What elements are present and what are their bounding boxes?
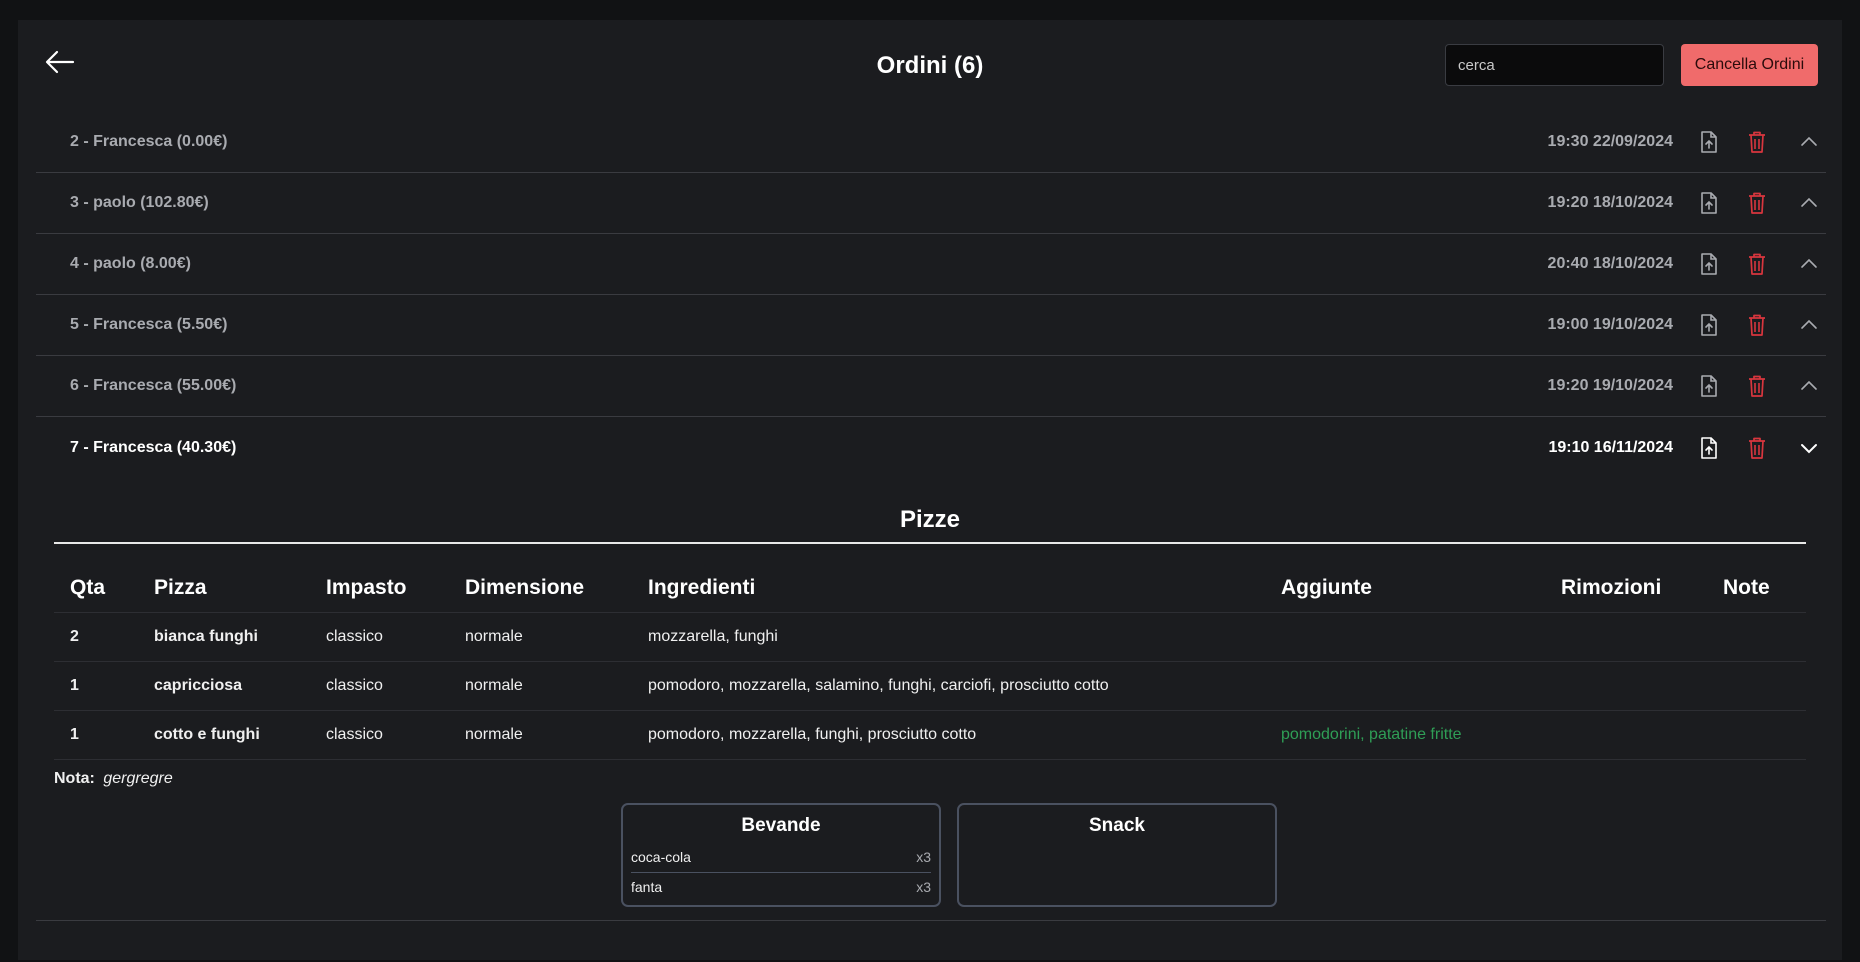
table-row: 1 cotto e funghi classico normale pomodoro, … bbox=[54, 710, 1806, 760]
order-label: 2 - Francesca (0.00€) bbox=[70, 133, 228, 150]
column-header-impasto: Impasto bbox=[310, 564, 449, 613]
cell-aggiunte bbox=[1265, 612, 1545, 662]
cell-rimozioni bbox=[1545, 710, 1707, 760]
note-label: Nota: bbox=[54, 769, 95, 787]
order-detail: Pizze Qta Pizza Impasto Dimensione Ingre… bbox=[54, 476, 1806, 913]
column-header-ingredienti: Ingredienti bbox=[632, 564, 1265, 613]
cell-dimensione: normale bbox=[449, 661, 632, 711]
cell-impasto: classico bbox=[310, 612, 449, 662]
item-name: fanta bbox=[631, 878, 663, 895]
order-datetime: 19:30 22/09/2024 bbox=[1547, 133, 1673, 150]
file-export-icon[interactable] bbox=[1697, 129, 1721, 155]
order-label: 6 - Francesca (55.00€) bbox=[70, 377, 237, 394]
chevron-up-icon[interactable] bbox=[1797, 373, 1821, 399]
order-label: 3 - paolo (102.80€) bbox=[70, 194, 209, 211]
order-datetime: 19:20 18/10/2024 bbox=[1547, 194, 1673, 211]
cell-ingredienti: pomodoro, mozzarella, funghi, prosciutto… bbox=[632, 710, 1265, 760]
chevron-up-icon[interactable] bbox=[1797, 129, 1821, 155]
snacks-card: Snack bbox=[957, 802, 1277, 907]
chevron-up-icon[interactable] bbox=[1797, 312, 1821, 338]
order-label: 7 - Francesca (40.30€) bbox=[70, 438, 237, 456]
cell-pizza: capricciosa bbox=[138, 661, 310, 711]
order-datetime: 19:00 19/10/2024 bbox=[1547, 316, 1673, 333]
file-export-icon[interactable] bbox=[1697, 435, 1721, 461]
cell-aggiunte: pomodorini, patatine fritte bbox=[1265, 710, 1545, 760]
chevron-down-icon[interactable] bbox=[1797, 435, 1821, 461]
column-header-aggiunte: Aggiunte bbox=[1265, 564, 1545, 613]
orders-page: Ordini (6) Cancella Ordini 2 - Francesca… bbox=[18, 20, 1842, 960]
column-header-qta: Qta bbox=[54, 564, 138, 613]
order-datetime: 20:40 18/10/2024 bbox=[1547, 255, 1673, 272]
divider bbox=[36, 920, 1826, 921]
cell-note bbox=[1707, 612, 1806, 662]
cell-note bbox=[1707, 661, 1806, 711]
order-row[interactable]: 6 - Francesca (55.00€) 19:20 19/10/2024 bbox=[36, 356, 1826, 417]
cell-qta: 1 bbox=[54, 661, 138, 711]
item-name: coca-cola bbox=[631, 849, 691, 865]
top-bar: Ordini (6) Cancella Ordini bbox=[18, 20, 1842, 112]
chevron-up-icon[interactable] bbox=[1797, 251, 1821, 277]
cell-aggiunte bbox=[1265, 661, 1545, 711]
table-row: 1 capricciosa classico normale pomodoro, moz… bbox=[54, 661, 1806, 711]
drinks-card: Bevande coca-cola x3 fanta x3 bbox=[621, 802, 941, 907]
cell-impasto: classico bbox=[310, 661, 449, 711]
cell-dimensione: normale bbox=[449, 612, 632, 662]
order-row[interactable]: 3 - paolo (102.80€) 19:20 18/10/2024 bbox=[36, 173, 1826, 234]
trash-icon[interactable] bbox=[1745, 190, 1769, 216]
cell-qta: 2 bbox=[54, 612, 138, 662]
order-note: Nota: gergregre bbox=[54, 770, 1806, 788]
order-row[interactable]: 5 - Francesca (5.50€) 19:00 19/10/2024 bbox=[36, 295, 1826, 356]
cell-qta: 1 bbox=[54, 710, 138, 760]
table-row: 2 bianca funghi classico normale mozzarella,… bbox=[54, 612, 1806, 662]
pizza-table: Qta Pizza Impasto Dimensione Ingredienti… bbox=[54, 564, 1806, 760]
cell-rimozioni bbox=[1545, 612, 1707, 662]
file-export-icon[interactable] bbox=[1697, 251, 1721, 277]
cell-rimozioni bbox=[1545, 661, 1707, 711]
cell-dimensione: normale bbox=[449, 710, 632, 760]
cell-pizza: cotto e funghi bbox=[138, 710, 310, 760]
order-row[interactable]: 4 - paolo (8.00€) 20:40 18/10/2024 bbox=[36, 234, 1826, 295]
extras-cards: Bevande coca-cola x3 fanta x3 Snack bbox=[54, 802, 1806, 913]
orders-list: 2 - Francesca (0.00€) 19:30 22/09/2024 3… bbox=[36, 112, 1826, 478]
column-header-pizza: Pizza bbox=[138, 564, 310, 613]
list-item: fanta x3 bbox=[631, 871, 931, 901]
order-label: 4 - paolo (8.00€) bbox=[70, 255, 191, 272]
item-qty: x3 bbox=[916, 849, 931, 865]
file-export-icon[interactable] bbox=[1697, 312, 1721, 338]
note-value: gergregre bbox=[103, 769, 173, 787]
snacks-title: Snack bbox=[1089, 814, 1145, 836]
order-datetime: 19:10 16/11/2024 bbox=[1548, 438, 1673, 456]
file-export-icon[interactable] bbox=[1697, 190, 1721, 216]
pizze-section-title: Pizze bbox=[54, 476, 1806, 544]
order-row[interactable]: 2 - Francesca (0.00€) 19:30 22/09/2024 bbox=[36, 112, 1826, 173]
cell-ingredienti: mozzarella, funghi bbox=[632, 612, 1265, 662]
cancel-orders-button[interactable]: Cancella Ordini bbox=[1681, 44, 1818, 86]
trash-icon[interactable] bbox=[1745, 435, 1769, 461]
cell-note bbox=[1707, 710, 1806, 760]
order-datetime: 19:20 19/10/2024 bbox=[1547, 377, 1673, 394]
chevron-up-icon[interactable] bbox=[1797, 190, 1821, 216]
cell-pizza: bianca funghi bbox=[138, 612, 310, 662]
order-label: 5 - Francesca (5.50€) bbox=[70, 316, 228, 333]
trash-icon[interactable] bbox=[1745, 312, 1769, 338]
item-qty: x3 bbox=[916, 878, 931, 895]
table-header-row: Qta Pizza Impasto Dimensione Ingredienti… bbox=[54, 564, 1806, 613]
column-header-rimozioni: Rimozioni bbox=[1545, 564, 1707, 613]
cell-ingredienti: pomodoro, mozzarella, salamino, funghi, … bbox=[632, 661, 1265, 711]
column-header-dimensione: Dimensione bbox=[449, 564, 632, 613]
search-input[interactable] bbox=[1445, 44, 1664, 86]
order-row[interactable]: 7 - Francesca (40.30€) 19:10 16/11/2024 bbox=[36, 417, 1826, 478]
cell-impasto: classico bbox=[310, 710, 449, 760]
drinks-title: Bevande bbox=[741, 814, 821, 836]
column-header-note: Note bbox=[1707, 564, 1806, 613]
file-export-icon[interactable] bbox=[1697, 373, 1721, 399]
trash-icon[interactable] bbox=[1745, 373, 1769, 399]
trash-icon[interactable] bbox=[1745, 129, 1769, 155]
list-item: coca-cola x3 bbox=[631, 843, 931, 872]
trash-icon[interactable] bbox=[1745, 251, 1769, 277]
